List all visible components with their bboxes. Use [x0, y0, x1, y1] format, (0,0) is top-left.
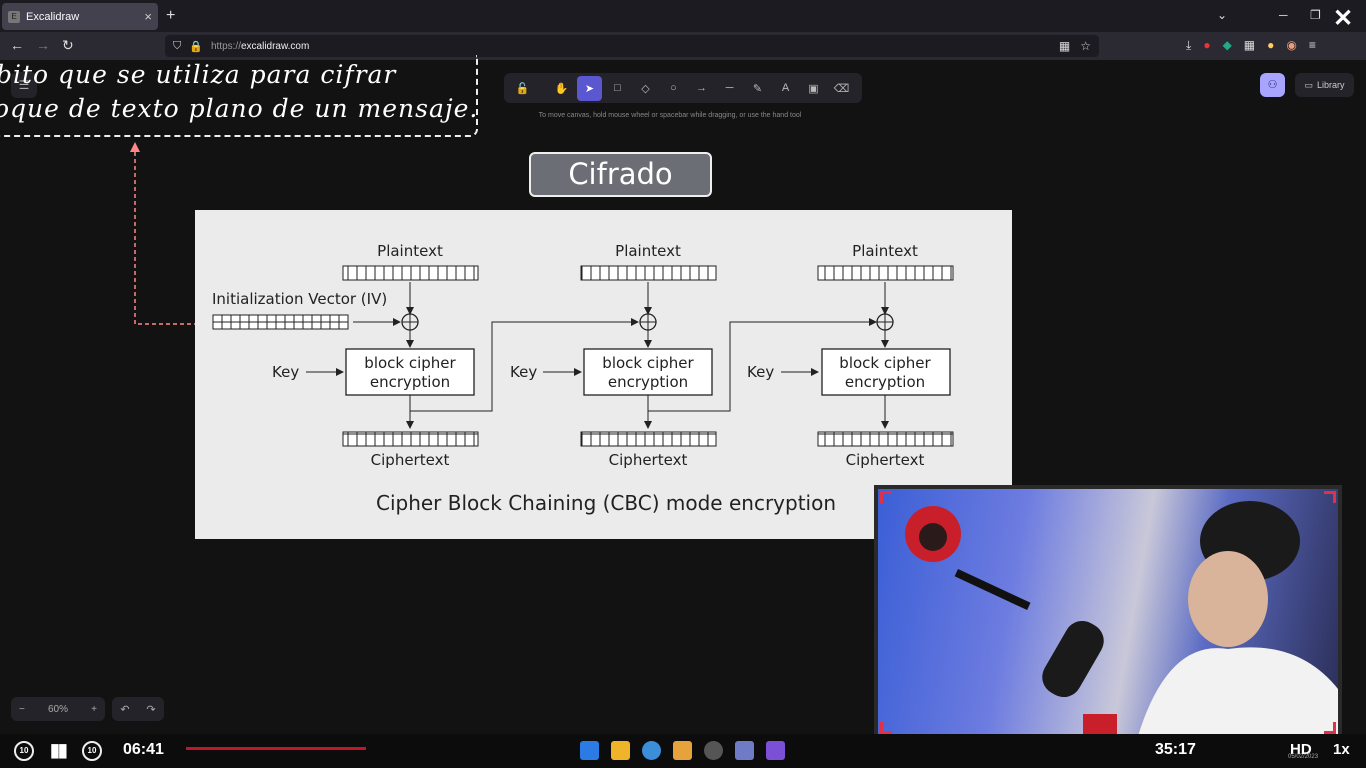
ciphertext-label-3: Ciphertext [846, 451, 925, 469]
draw-tool-icon[interactable]: ✎ [745, 76, 770, 101]
bookmark-star-icon[interactable]: ☆ [1080, 39, 1091, 53]
forward-button[interactable]: 10 [82, 741, 102, 761]
ciphertext-label-2: Ciphertext [609, 451, 688, 469]
menu-icon[interactable]: ≡ [1309, 38, 1316, 53]
tab-list-button[interactable]: ⌄ [1217, 8, 1227, 22]
book-icon: ▭ [1304, 79, 1313, 90]
ellipse-tool-icon[interactable]: ○ [661, 76, 686, 101]
webcam-scene [905, 501, 1338, 736]
current-time: 06:41 [123, 741, 164, 758]
reload-button[interactable]: ↻ [62, 37, 74, 54]
cifrado-heading[interactable]: Cifrado [529, 152, 712, 197]
plaintext-label-1: Plaintext [377, 242, 443, 260]
arrow-tool-icon[interactable]: → [689, 76, 714, 101]
key-label-1: Key [272, 363, 299, 381]
diamond-tool-icon[interactable]: ◇ [633, 76, 658, 101]
app-icon-2[interactable] [766, 741, 785, 760]
shapes-toolbar: 🔓 ✋ ➤ □ ◇ ○ → ─ ✎ A ▣ ⌫ [504, 73, 862, 103]
edge-icon[interactable] [642, 741, 661, 760]
tab-close-icon[interactable]: × [144, 9, 152, 24]
plaintext-label-3: Plaintext [852, 242, 918, 260]
eraser-tool-icon[interactable]: ⌫ [829, 76, 854, 101]
lock-tool-icon[interactable]: 🔓 [510, 76, 535, 101]
block-cipher-3-line2: encryption [845, 373, 925, 391]
tool-icon[interactable] [735, 741, 754, 760]
block-cipher-1-line2: encryption [370, 373, 450, 391]
browser-tab-bar: E Excalidraw × + ⌄ ─ ❐ ✕ [0, 0, 1366, 32]
extension-icons: ⤓ ● ◆ ▦ ● ◉ ≡ [1186, 38, 1316, 53]
plaintext-label-2: Plaintext [615, 242, 681, 260]
collaborate-icon[interactable]: ⚇ [1260, 73, 1285, 97]
obs-icon[interactable] [704, 741, 723, 760]
remaining-time: 35:17 [1155, 741, 1196, 758]
profile-icon[interactable]: ◉ [1286, 38, 1296, 53]
close-overlay-icon[interactable]: ✕ [1333, 4, 1353, 33]
line-tool-icon[interactable]: ─ [717, 76, 742, 101]
extension-icon[interactable]: ● [1267, 38, 1274, 53]
brand-logo-icon [1083, 714, 1117, 734]
restore-button[interactable]: ❐ [1310, 8, 1321, 22]
minimize-button[interactable]: ─ [1279, 8, 1288, 22]
address-bar[interactable]: ⛉ 🔒 https:// excalidraw.com ▦ ☆ [165, 35, 1099, 57]
shield-icon[interactable]: ⛉ [173, 40, 181, 53]
download-icon[interactable]: ⤓ [1186, 38, 1191, 53]
rewind-button[interactable]: 10 [14, 741, 34, 761]
key-label-3: Key [747, 363, 774, 381]
microphone-icon [1042, 620, 1104, 698]
library-label: Library [1317, 80, 1345, 90]
file-explorer-icon[interactable] [611, 741, 630, 760]
new-tab-button[interactable]: + [166, 7, 175, 25]
iv-label: Initialization Vector (IV) [212, 290, 387, 308]
block-cipher-2-line1: block cipher [602, 354, 694, 372]
diagram-caption: Cipher Block Chaining (CBC) mode encrypt… [376, 491, 836, 515]
video-player-bar: 10 ▮▮ 10 06:41 35:17 HD 1x 05/02/2023 [0, 734, 1366, 768]
ublock-icon[interactable]: ● [1203, 38, 1210, 53]
url-host: excalidraw.com [240, 40, 310, 52]
dashed-arrow[interactable] [0, 60, 220, 340]
block-cipher-2-line2: encryption [608, 373, 688, 391]
speed-button[interactable]: 1x [1333, 741, 1350, 758]
clock-date: 05/02/2023 [1288, 754, 1319, 760]
block-cipher-3-line1: block cipher [839, 354, 931, 372]
tab-excalidraw[interactable]: E Excalidraw × [2, 3, 158, 30]
person-hoodie [1138, 647, 1338, 736]
qr-code-icon[interactable]: ▦ [1059, 39, 1070, 53]
canvas-hint: To move canvas, hold mouse wheel or spac… [538, 112, 802, 119]
extensions-icon[interactable]: ▦ [1244, 38, 1255, 53]
rectangle-tool-icon[interactable]: □ [605, 76, 630, 101]
zoom-in-button[interactable]: + [91, 704, 97, 715]
selection-tool-icon[interactable]: ➤ [577, 75, 602, 101]
person-face [1188, 551, 1268, 647]
image-tool-icon[interactable]: ▣ [801, 76, 826, 101]
ciphertext-label-1: Ciphertext [371, 451, 450, 469]
key-label-2: Key [510, 363, 537, 381]
zoom-controls: − 60% + [11, 697, 105, 721]
library-button[interactable]: ▭ Library [1295, 73, 1354, 97]
excalidraw-favicon-icon: E [8, 10, 20, 23]
hand-tool-icon[interactable]: ✋ [549, 76, 574, 101]
progress-bar[interactable] [186, 747, 366, 750]
undo-button[interactable]: ↶ [120, 703, 129, 716]
block-cipher-1-line1: block cipher [364, 354, 456, 372]
undo-redo-controls: ↶ ↷ [112, 697, 164, 721]
back-button[interactable]: ← [10, 37, 24, 53]
text-tool-icon[interactable]: A [773, 76, 798, 101]
url-protocol: https:// [210, 40, 241, 52]
webcam-overlay [874, 485, 1342, 740]
forward-button[interactable]: → [36, 37, 50, 53]
pause-icon[interactable]: ▮▮ [50, 740, 68, 761]
taskbar-icons [580, 741, 785, 760]
tab-title: Excalidraw [26, 10, 80, 23]
app-icon[interactable] [673, 741, 692, 760]
zoom-out-button[interactable]: − [19, 704, 25, 715]
windows-start-icon[interactable] [580, 741, 599, 760]
zoom-level[interactable]: 60% [48, 704, 68, 715]
lock-icon[interactable]: 🔒 [189, 40, 203, 53]
redo-button[interactable]: ↷ [146, 703, 155, 716]
shield-extension-icon[interactable]: ◆ [1223, 38, 1232, 53]
